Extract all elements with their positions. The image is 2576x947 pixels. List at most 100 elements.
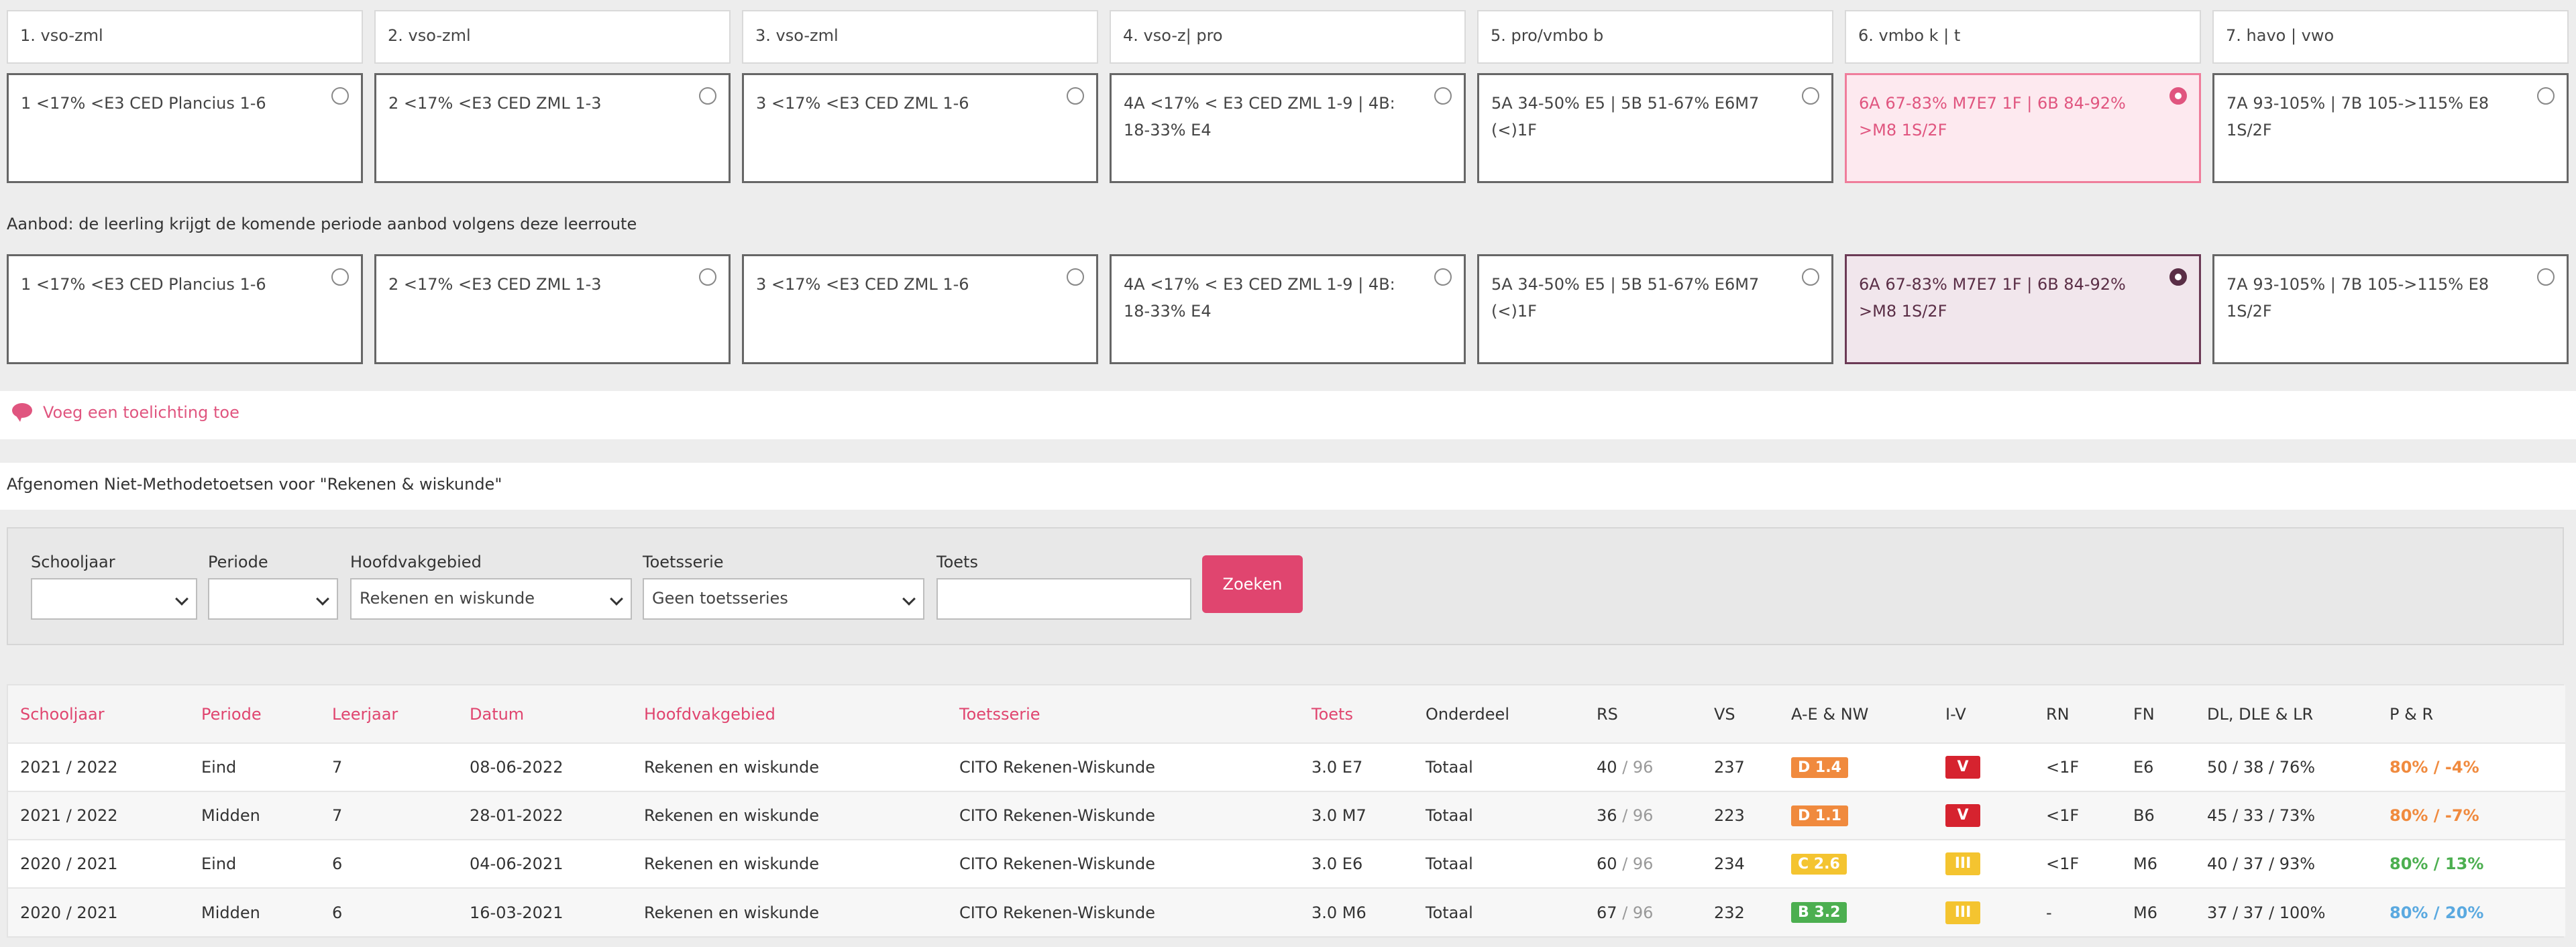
col-header-leerjaar[interactable]: Leerjaar: [320, 685, 458, 743]
radio-button[interactable]: [699, 87, 716, 105]
cell-pr: 80% / -4%: [2377, 743, 2565, 791]
cell-hoofdvak: Rekenen en wiskunde: [644, 758, 819, 777]
add-comment-link[interactable]: Voeg een toelichting toe: [12, 403, 239, 422]
cell-rs: 60 / 96: [1585, 840, 1702, 888]
radio-button[interactable]: [1434, 268, 1452, 286]
radio-button[interactable]: [331, 87, 349, 105]
cell-toets: 3.0 E7: [1311, 758, 1363, 777]
periode-select[interactable]: [208, 578, 338, 620]
cell-iv: V: [1933, 791, 2034, 840]
toetsserie-select[interactable]: Geen toetsseries: [643, 578, 924, 620]
advice-option-7[interactable]: 7A 93-105% | 7B 105->115% E8 1S/2F: [2212, 73, 2569, 183]
option-label: 2 <17% <E3 CED ZML 1-3: [388, 94, 602, 113]
rs-value: 60: [1597, 854, 1617, 873]
chevron-down-icon: [316, 592, 329, 606]
cell-iv: III: [1933, 840, 2034, 888]
aanbod-option-5[interactable]: 5A 34-50% E5 | 5B 51-67% E6M7 (<)1F: [1477, 254, 1833, 364]
aanbod-option-1[interactable]: 1 <17% <E3 CED Plancius 1-6: [7, 254, 363, 364]
table-row[interactable]: 2020 / 2021 Midden 6 16-03-2021 Rekenen en w…: [8, 888, 2565, 936]
select-value: Rekenen en wiskunde: [360, 589, 535, 608]
aanbod-option-2[interactable]: 2 <17% <E3 CED ZML 1-3: [374, 254, 731, 364]
radio-button[interactable]: [331, 268, 349, 286]
chevron-down-icon: [902, 592, 916, 606]
rs-max: / 96: [1622, 758, 1654, 777]
cell-dl: 37 / 37 / 100%: [2207, 903, 2326, 922]
cell-vs: 237: [1714, 758, 1745, 777]
radio-button-checked[interactable]: [2169, 87, 2187, 105]
route-header: 3. vso-zml: [742, 10, 1098, 64]
rs-max: / 96: [1622, 903, 1654, 922]
advice-option-5[interactable]: 5A 34-50% E5 | 5B 51-67% E6M7 (<)1F: [1477, 73, 1833, 183]
aanbod-option-3[interactable]: 3 <17% <E3 CED ZML 1-6: [742, 254, 1098, 364]
cell-fn: M6: [2133, 854, 2157, 873]
cell-hoofdvak: Rekenen en wiskunde: [644, 806, 819, 825]
aanbod-option-6-selected[interactable]: 6A 67-83% M7E7 1F | 6B 84-92% >M8 1S/2F: [1845, 254, 2201, 364]
cell-rn: <1F: [2046, 758, 2080, 777]
table-row[interactable]: 2021 / 2022 Midden 7 28-01-2022 Rekenen en w…: [8, 791, 2565, 840]
cell-rs: 40 / 96: [1585, 743, 1702, 791]
cell-datum: 04-06-2021: [470, 854, 564, 873]
iv-badge: V: [1945, 804, 1980, 827]
radio-button-checked[interactable]: [2169, 268, 2187, 286]
radio-button[interactable]: [1067, 268, 1084, 286]
table-row[interactable]: 2021 / 2022 Eind 7 08-06-2022 Rekenen en wis…: [8, 743, 2565, 791]
advice-option-6-selected[interactable]: 6A 67-83% M7E7 1F | 6B 84-92% >M8 1S/2F: [1845, 73, 2201, 183]
col-header-periode[interactable]: Periode: [189, 685, 320, 743]
radio-button[interactable]: [699, 268, 716, 286]
cell-leerjaar: 7: [332, 758, 343, 777]
hoofdvak-select[interactable]: Rekenen en wiskunde: [350, 578, 632, 620]
advice-option-4[interactable]: 4A <17% < E3 CED ZML 1-9 | 4B: 18-33% E4: [1110, 73, 1466, 183]
col-header-hoofdvakgebied[interactable]: Hoofdvakgebied: [632, 685, 947, 743]
advice-option-3[interactable]: 3 <17% <E3 CED ZML 1-6: [742, 73, 1098, 183]
cell-rs: 36 / 96: [1585, 791, 1702, 840]
route-header: 5. pro/vmbo b: [1477, 10, 1833, 64]
col-header-datum[interactable]: Datum: [458, 685, 632, 743]
radio-button[interactable]: [1067, 87, 1084, 105]
cell-pr: 80% / -7%: [2377, 791, 2565, 840]
search-button[interactable]: Zoeken: [1202, 555, 1303, 613]
cell-toets: 3.0 M7: [1311, 806, 1366, 825]
col-header-toets[interactable]: Toets: [1299, 685, 1413, 743]
advice-option-2[interactable]: 2 <17% <E3 CED ZML 1-3: [374, 73, 731, 183]
chevron-down-icon: [610, 592, 623, 606]
radio-button[interactable]: [1434, 87, 1452, 105]
radio-button[interactable]: [1802, 268, 1819, 286]
advice-option-1[interactable]: 1 <17% <E3 CED Plancius 1-6: [7, 73, 363, 183]
radio-button[interactable]: [2537, 87, 2555, 105]
radio-button[interactable]: [1802, 87, 1819, 105]
level-badge: D 1.4: [1791, 757, 1848, 778]
table-row[interactable]: 2020 / 2021 Eind 6 04-06-2021 Rekenen en wis…: [8, 840, 2565, 888]
radio-button[interactable]: [2537, 268, 2555, 286]
select-value: Geen toetsseries: [652, 589, 788, 608]
pr-value: 80% / -4%: [2390, 758, 2479, 777]
cell-pr: 80% / 20%: [2377, 888, 2565, 936]
option-label: 4A <17% < E3 CED ZML 1-9 | 4B: 18-33% E4: [1124, 275, 1395, 321]
aanbod-option-7[interactable]: 7A 93-105% | 7B 105->115% E8 1S/2F: [2212, 254, 2569, 364]
results-table: Schooljaar Periode Leerjaar Datum Hoofdv…: [7, 684, 2565, 938]
cell-onderdeel: Totaal: [1426, 854, 1473, 873]
iv-badge: V: [1945, 756, 1980, 779]
toets-label: Toets: [936, 553, 978, 571]
col-header-toetsserie[interactable]: Toetsserie: [947, 685, 1299, 743]
cell-vs: 232: [1714, 903, 1745, 922]
option-label: 5A 34-50% E5 | 5B 51-67% E6M7 (<)1F: [1491, 275, 1760, 321]
aanbod-option-4[interactable]: 4A <17% < E3 CED ZML 1-9 | 4B: 18-33% E4: [1110, 254, 1466, 364]
rs-value: 40: [1597, 758, 1617, 777]
comment-icon: [12, 403, 32, 422]
option-label: 7A 93-105% | 7B 105->115% E8 1S/2F: [2226, 94, 2489, 140]
col-header-schooljaar[interactable]: Schooljaar: [8, 685, 189, 743]
col-header-rn: RN: [2046, 704, 2070, 724]
route-header: 7. havo | vwo: [2212, 10, 2569, 64]
rs-max: / 96: [1622, 854, 1654, 873]
cell-datum: 08-06-2022: [470, 758, 564, 777]
option-label: 2 <17% <E3 CED ZML 1-3: [388, 275, 602, 294]
toets-input[interactable]: [936, 578, 1191, 620]
schooljaar-select[interactable]: [31, 578, 197, 620]
cell-pr: 80% / 13%: [2377, 840, 2565, 888]
level-badge: D 1.1: [1791, 805, 1848, 826]
cell-hoofdvak: Rekenen en wiskunde: [644, 903, 819, 922]
cell-schooljaar: 2020 / 2021: [20, 854, 118, 873]
col-header-rs: RS: [1597, 704, 1618, 724]
cell-rs: 67 / 96: [1585, 888, 1702, 936]
cell-leerjaar: 7: [332, 806, 343, 825]
